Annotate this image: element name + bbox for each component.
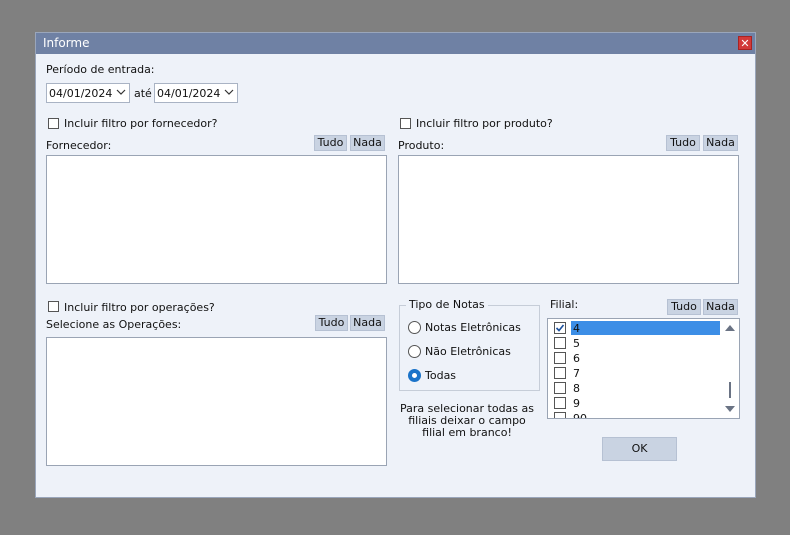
filial-item[interactable]: 6	[548, 351, 720, 366]
date-separator: até	[134, 87, 152, 100]
chevron-down-icon	[116, 89, 126, 95]
radio-todas-label: Todas	[425, 369, 457, 382]
informe-dialog: Informe ✕ Período de entrada: 04/01/2024…	[35, 32, 756, 498]
radio-notas-eletronicas[interactable]	[408, 321, 421, 334]
produto-nada-button[interactable]: Nada	[703, 135, 738, 151]
fornecedor-filter-label: Incluir filtro por fornecedor?	[64, 117, 218, 130]
operacoes-label: Selecione as Operações:	[46, 318, 182, 331]
filial-scrollbar[interactable]	[721, 319, 739, 418]
filial-item[interactable]: 8	[548, 381, 720, 396]
filial-item-checkbox[interactable]	[554, 367, 566, 379]
title-bar[interactable]: Informe ✕	[36, 33, 755, 54]
filial-note: Para selecionar todas as filiais deixar …	[400, 402, 534, 439]
date-start-value: 04/01/2024	[49, 87, 113, 100]
filial-item[interactable]: 4	[548, 321, 720, 336]
produto-filter-checkbox[interactable]	[400, 118, 411, 129]
radio-nao-eletronicas-label: Não Eletrônicas	[425, 345, 511, 358]
check-icon	[555, 324, 565, 332]
chevron-down-icon	[224, 89, 234, 95]
filial-item[interactable]: 5	[548, 336, 720, 351]
fornecedor-list[interactable]	[46, 155, 387, 284]
filial-item-checkbox[interactable]	[554, 352, 566, 364]
fornecedor-filter-checkbox[interactable]	[48, 118, 59, 129]
radio-notas-eletronicas-label: Notas Eletrônicas	[425, 321, 521, 334]
filial-item-label: 8	[573, 382, 580, 395]
filial-nada-button[interactable]: Nada	[703, 299, 738, 315]
radio-todas[interactable]	[408, 369, 421, 382]
filial-item-label: 9	[573, 397, 580, 410]
filial-list[interactable]: 4 5 6 7 8 9 90	[547, 318, 740, 419]
scroll-thumb[interactable]	[729, 382, 731, 398]
fornecedor-tudo-button[interactable]: Tudo	[314, 135, 347, 151]
filial-item[interactable]: 90	[548, 411, 720, 418]
filial-item-label: 90	[573, 412, 587, 418]
filial-rows: 4 5 6 7 8 9 90	[548, 321, 721, 418]
operacoes-filter-checkbox[interactable]	[48, 301, 59, 312]
filial-label: Filial:	[550, 298, 579, 311]
operacoes-list[interactable]	[46, 337, 387, 466]
filial-item-checkbox[interactable]	[554, 397, 566, 409]
radio-nao-eletronicas[interactable]	[408, 345, 421, 358]
operacoes-tudo-button[interactable]: Tudo	[315, 315, 348, 331]
date-start-picker[interactable]: 04/01/2024	[46, 83, 130, 103]
date-end-picker[interactable]: 04/01/2024	[154, 83, 238, 103]
tipo-notas-group: Tipo de Notas Notas Eletrônicas Não Elet…	[399, 298, 540, 391]
produto-filter-label: Incluir filtro por produto?	[416, 117, 553, 130]
selection-highlight	[571, 321, 720, 335]
produto-label: Produto:	[398, 139, 445, 152]
fornecedor-label: Fornecedor:	[46, 139, 112, 152]
scroll-up-icon[interactable]	[725, 324, 735, 332]
periodo-label: Período de entrada:	[46, 63, 155, 76]
filial-item-checkbox[interactable]	[554, 412, 566, 418]
tipo-notas-title: Tipo de Notas	[406, 298, 488, 311]
filial-item[interactable]: 9	[548, 396, 720, 411]
filial-item-label: 6	[573, 352, 580, 365]
produto-list[interactable]	[398, 155, 739, 284]
filial-item-checkbox[interactable]	[554, 337, 566, 349]
produto-tudo-button[interactable]: Tudo	[666, 135, 700, 151]
fornecedor-nada-button[interactable]: Nada	[350, 135, 385, 151]
date-end-value: 04/01/2024	[157, 87, 221, 100]
filial-item-label: 7	[573, 367, 580, 380]
close-button[interactable]: ✕	[738, 36, 752, 50]
filial-tudo-button[interactable]: Tudo	[667, 299, 701, 315]
filial-item-checkbox[interactable]	[554, 322, 566, 334]
filial-item-checkbox[interactable]	[554, 382, 566, 394]
ok-button[interactable]: OK	[602, 437, 677, 461]
operacoes-nada-button[interactable]: Nada	[350, 315, 385, 331]
window-title: Informe	[43, 36, 90, 50]
scroll-down-icon[interactable]	[725, 405, 735, 413]
operacoes-filter-label: Incluir filtro por operações?	[64, 301, 215, 314]
filial-item-label: 4	[573, 322, 580, 335]
filial-item[interactable]: 7	[548, 366, 720, 381]
filial-item-label: 5	[573, 337, 580, 350]
